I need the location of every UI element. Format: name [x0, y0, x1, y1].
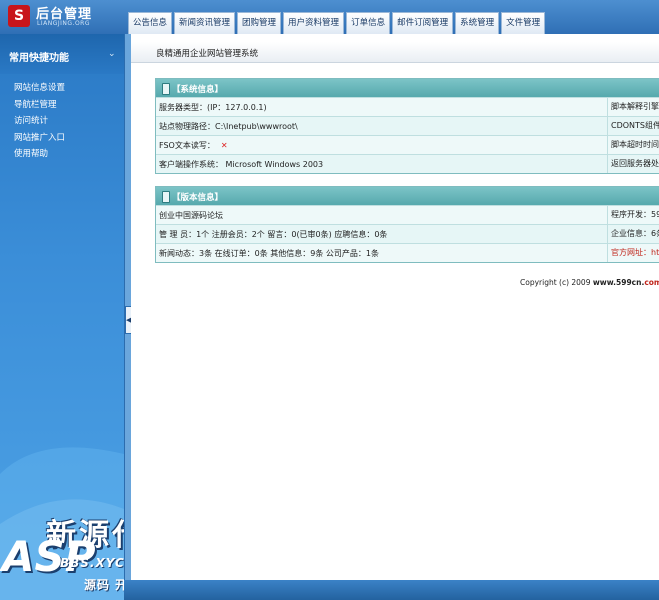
- chevron-down-icon[interactable]: ⌄: [108, 49, 116, 59]
- table-row: FSO文本读写： ✕ 脚本超时时间: [156, 135, 659, 154]
- logo: S 后台管理 LIANGJING.ORG: [4, 3, 124, 31]
- sidebar-item-stats[interactable]: 访问统计: [14, 113, 122, 130]
- breadcrumb: 良精通用企业网站管理系统: [131, 42, 659, 63]
- table-row: 客户端操作系统： Microsoft Windows 2003 返回服务器处: [156, 154, 659, 173]
- content-counts: 新闻动态：3条 在线订单：0条 其他信息：9条 公司产品：1条: [159, 249, 379, 258]
- site-path: 站点物理路径：C:\Inetpub\wwwroot\: [159, 122, 298, 131]
- panel-header: 【版本信息】: [156, 187, 659, 205]
- sidebar-title: 常用快捷功能: [9, 53, 69, 64]
- sidebar-item-nav-manage[interactable]: 导航栏管理: [14, 97, 122, 114]
- tab-users[interactable]: 用户资料管理: [283, 12, 345, 34]
- official-site-link[interactable]: 官方网址：ht: [607, 244, 659, 262]
- cdonts-component: CDONTS组件：: [607, 117, 659, 135]
- tab-system[interactable]: 系统管理: [455, 12, 500, 34]
- sidebar-item-help[interactable]: 使用帮助: [14, 146, 122, 163]
- sidebar-menu: 网站信息设置 导航栏管理 访问统计 网站推广入口 使用帮助: [14, 80, 122, 163]
- table-row: 站点物理路径：C:\Inetpub\wwwroot\ CDONTS组件：: [156, 116, 659, 135]
- client-os: 客户端操作系统： Microsoft Windows 2003: [159, 160, 324, 169]
- sidebar-item-site-settings[interactable]: 网站信息设置: [14, 80, 122, 97]
- user-counts: 管 理 员：1个 注册会员：2个 留言：0(已审0条) 应聘信息：0条: [159, 230, 388, 239]
- developer: 程序开发：599: [607, 206, 659, 224]
- tab-group-buy[interactable]: 团购管理: [237, 12, 282, 34]
- cross-icon: ✕: [220, 141, 228, 150]
- script-timeout: 脚本超时时间: [607, 136, 659, 154]
- table-row: 新闻动态：3条 在线订单：0条 其他信息：9条 公司产品：1条 官方网址：ht: [156, 243, 659, 262]
- main-content: 良精通用企业网站管理系统 【系统信息】 服务器类型：(IP：127.0.0.1)…: [131, 34, 659, 580]
- bottle-icon: [162, 83, 170, 95]
- server-return: 返回服务器处: [607, 155, 659, 173]
- tab-files[interactable]: 文件管理: [501, 12, 546, 34]
- server-type: 服务器类型：(IP：127.0.0.1): [159, 103, 267, 112]
- bottom-bar: [124, 580, 659, 600]
- table-row: 管 理 员：1个 注册会员：2个 留言：0(已审0条) 应聘信息：0条 企业信息…: [156, 224, 659, 243]
- table-row: 创业中国源码论坛 程序开发：599: [156, 205, 659, 224]
- version-info-panel: 【版本信息】 创业中国源码论坛 程序开发：599 管 理 员：1个 注册会员：2…: [155, 186, 659, 263]
- table-row: 服务器类型：(IP：127.0.0.1) 脚本解释引擎: [156, 97, 659, 116]
- copyright-domain[interactable]: www.599cn.: [593, 278, 644, 287]
- system-info-panel: 【系统信息】 服务器类型：(IP：127.0.0.1) 脚本解释引擎 站点物理路…: [155, 78, 659, 174]
- tab-news[interactable]: 新闻资讯管理: [174, 12, 236, 34]
- panel-header: 【系统信息】: [156, 79, 659, 97]
- panel-title: 【版本信息】: [172, 193, 224, 203]
- sidebar-header: 常用快捷功能 ⌄: [0, 34, 124, 74]
- top-bar: S 后台管理 LIANGJING.ORG 公告信息 新闻资讯管理 团购管理 用户…: [0, 0, 659, 34]
- tab-announcements[interactable]: 公告信息: [128, 12, 173, 34]
- company-info: 企业信息：6条: [607, 225, 659, 243]
- sidebar-splitter[interactable]: ◀: [124, 34, 132, 600]
- tab-mail-subscription[interactable]: 邮件订阅管理: [392, 12, 454, 34]
- tab-orders[interactable]: 订单信息: [346, 12, 391, 34]
- fso-status: FSO文本读写： ✕: [159, 141, 228, 150]
- main-nav: 公告信息 新闻资讯管理 团购管理 用户资料管理 订单信息 邮件订阅管理 系统管理…: [128, 11, 546, 34]
- breadcrumb-text: 良精通用企业网站管理系统: [156, 49, 259, 59]
- sidebar-item-promotion[interactable]: 网站推广入口: [14, 130, 122, 147]
- copyright: Copyright (c) 2009 www.599cn.com: [520, 278, 659, 287]
- logo-subtitle: LIANGJING.ORG: [37, 20, 90, 27]
- bottle-icon: [162, 191, 170, 203]
- logo-mark: S: [8, 5, 30, 27]
- script-engine: 脚本解释引擎: [607, 98, 659, 116]
- panel-title: 【系统信息】: [172, 85, 224, 95]
- forum-name: 创业中国源码论坛: [159, 211, 223, 220]
